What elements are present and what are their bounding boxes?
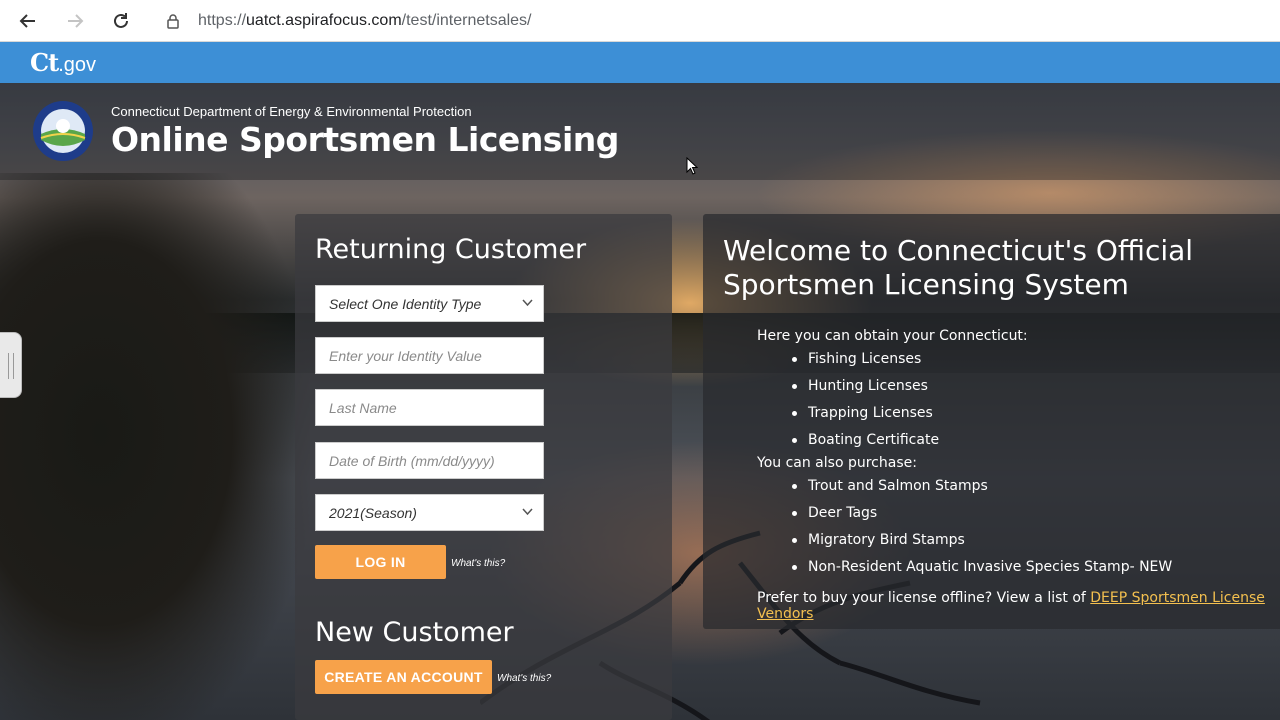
season-value: 2021(Season): [329, 505, 417, 521]
login-whats-this-link[interactable]: What's this?: [451, 558, 505, 569]
last-name-input[interactable]: Last Name: [315, 389, 544, 426]
date-of-birth-placeholder: Date of Birth (mm/dd/yyyy): [329, 453, 495, 469]
list-item-trapping: Trapping Licenses: [792, 405, 933, 421]
list-item-deer-tags: Deer Tags: [791, 505, 878, 521]
trees-silhouette: [0, 173, 310, 720]
reload-button[interactable]: [108, 8, 134, 34]
identity-type-value: Select One Identity Type: [329, 296, 482, 312]
date-of-birth-input[interactable]: Date of Birth (mm/dd/yyyy): [315, 442, 544, 479]
ctgov-banner: Ct.gov: [0, 42, 1280, 83]
arrow-left-icon: [19, 14, 35, 28]
url-text[interactable]: https://uatct.aspirafocus.com/test/inter…: [198, 12, 532, 30]
create-account-whats-this-link[interactable]: What's this?: [497, 673, 551, 684]
last-name-placeholder: Last Name: [329, 400, 397, 416]
ctgov-logo-gov: .gov: [58, 54, 96, 76]
side-panel-handle[interactable]: [0, 332, 22, 398]
site-title: Online Sportsmen Licensing: [111, 120, 619, 159]
season-select[interactable]: 2021(Season): [315, 494, 544, 531]
list-item-trout-salmon: Trout and Salmon Stamps: [792, 478, 988, 494]
list-item-aquatic-invasive: Non-Resident Aquatic Invasive Species St…: [791, 559, 1173, 575]
identity-value-input[interactable]: Enter your Identity Value: [315, 337, 544, 374]
arrow-right-icon: [68, 14, 84, 28]
back-button[interactable]: [15, 8, 41, 34]
list-item-hunting: Hunting Licenses: [792, 378, 928, 394]
url-path: /test/internetsales/: [401, 12, 532, 29]
ct-deep-seal-icon[interactable]: [32, 100, 94, 162]
welcome-title: Welcome to Connecticut's Official Sports…: [723, 234, 1194, 301]
url-prefix: https://: [198, 12, 247, 29]
list-item-boating: Boating Certificate: [791, 432, 940, 448]
new-customer-heading: New Customer: [315, 617, 514, 648]
forward-button[interactable]: [62, 8, 88, 34]
returning-customer-heading: Returning Customer: [315, 234, 587, 265]
mouse-cursor-icon: [686, 157, 698, 175]
lock-icon[interactable]: [166, 13, 180, 29]
browser-toolbar: https://uatct.aspirafocus.com/test/inter…: [0, 0, 1280, 42]
url-domain: uatct.aspirafocus.com: [246, 12, 402, 29]
chevron-down-icon: [522, 299, 533, 307]
offline-text: Prefer to buy your license offline? View…: [757, 590, 1280, 622]
ctgov-logo[interactable]: Ct.gov: [30, 48, 96, 77]
list-item-migratory-bird: Migratory Bird Stamps: [792, 532, 965, 548]
log-in-button[interactable]: LOG IN: [315, 545, 446, 579]
create-account-button[interactable]: CREATE AN ACCOUNT: [315, 660, 492, 694]
ctgov-logo-ct: Ct: [30, 48, 59, 77]
obtain-intro: Here you can obtain your Connecticut:: [757, 328, 1028, 344]
identity-value-placeholder: Enter your Identity Value: [329, 348, 482, 364]
department-name: Connecticut Department of Energy & Envir…: [111, 104, 472, 119]
purchase-intro: You can also purchase:: [757, 455, 917, 471]
grip-icon: [8, 353, 14, 379]
reload-icon: [114, 13, 128, 28]
chevron-down-icon: [522, 508, 533, 516]
offline-text-label: Prefer to buy your license offline? View…: [757, 590, 1091, 606]
list-item-fishing: Fishing Licenses: [791, 351, 922, 367]
address-bar[interactable]: https://uatct.aspirafocus.com/test/inter…: [152, 4, 1280, 38]
identity-type-select[interactable]: Select One Identity Type: [315, 285, 544, 322]
